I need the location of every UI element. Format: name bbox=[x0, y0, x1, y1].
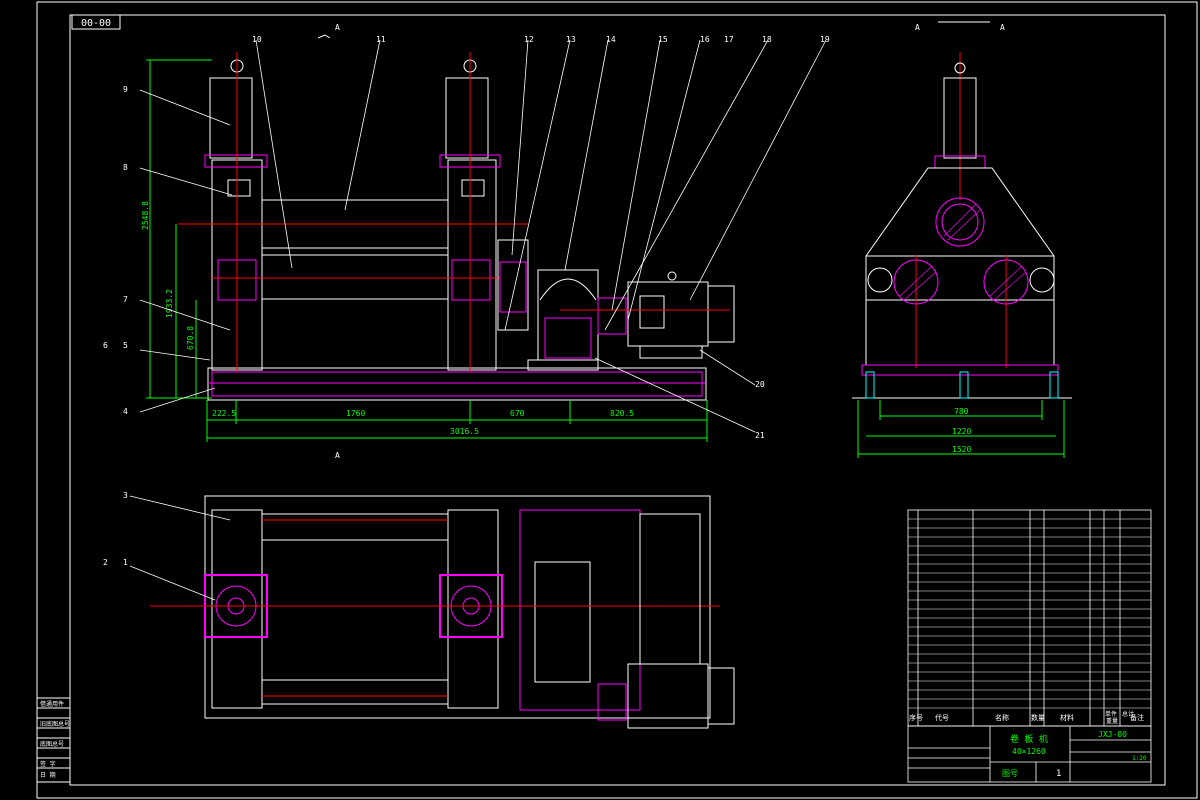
bom-header-weight: 重量 bbox=[1106, 717, 1118, 725]
dim-side-mid: 1220 bbox=[952, 427, 971, 436]
balloon-16: 16 bbox=[700, 35, 710, 44]
balloon-19: 19 bbox=[820, 35, 830, 44]
dim-side-outer: 1520 bbox=[952, 445, 971, 454]
dim-seg1: 222.5 bbox=[212, 409, 236, 418]
dim-seg3: 670 bbox=[510, 409, 525, 418]
balloon-4: 4 bbox=[123, 407, 128, 416]
balloon-3: 3 bbox=[123, 491, 128, 500]
balloon-11: 11 bbox=[376, 35, 386, 44]
dim-side-inner: 780 bbox=[954, 407, 969, 416]
bom-header-material: 材料 bbox=[1060, 713, 1074, 722]
bom-header-code: 代号 bbox=[935, 713, 949, 722]
cad-drawing-canvas: 00-00 A A A A 2548.8 1933.2 670.8 222.5 … bbox=[36, 1, 1198, 799]
stamp-label-7: 日 期 bbox=[40, 771, 56, 779]
section-mark-side-left: A bbox=[915, 23, 920, 32]
balloon-13: 13 bbox=[566, 35, 576, 44]
balloon-7: 7 bbox=[123, 295, 128, 304]
balloon-15: 15 bbox=[658, 35, 668, 44]
side-view bbox=[852, 52, 1072, 399]
code-box: 00-00 bbox=[71, 14, 121, 30]
side-hatching bbox=[899, 203, 1027, 301]
stamp-column bbox=[36, 697, 71, 783]
balloon-21: 21 bbox=[755, 431, 765, 440]
title-block-sheet: 1 bbox=[1056, 769, 1061, 779]
bom-header-no: 序号 bbox=[909, 713, 923, 722]
bom-header-remark: 备注 bbox=[1130, 713, 1144, 722]
section-mark-side-right: A bbox=[1000, 23, 1005, 32]
dim-seg4: 820.5 bbox=[610, 409, 634, 418]
balloon-10: 10 bbox=[252, 35, 262, 44]
bom-header-qty: 数量 bbox=[1031, 713, 1045, 722]
section-mark-bottom: A bbox=[335, 451, 340, 460]
balloon-12: 12 bbox=[524, 35, 534, 44]
title-block-title: 卷 板 机 bbox=[1010, 733, 1048, 745]
title-block-scale: 1:20 bbox=[1132, 755, 1147, 762]
balloon-14: 14 bbox=[606, 35, 616, 44]
balloon-17: 17 bbox=[724, 35, 734, 44]
dim-height-total: 2548.8 bbox=[141, 201, 150, 230]
front-view bbox=[178, 52, 735, 401]
stamp-label-2: 旧底图总号 bbox=[40, 720, 70, 728]
balloon-5: 5 bbox=[123, 341, 128, 350]
title-block-subtitle: 40×1260 bbox=[1012, 747, 1046, 756]
balloon-2: 2 bbox=[103, 558, 108, 567]
bom-rows bbox=[908, 518, 1151, 709]
stamp-label-6: 签 字 bbox=[40, 760, 56, 768]
balloon-18: 18 bbox=[762, 35, 772, 44]
leader-lines bbox=[139, 39, 827, 433]
stamp-label-0: 借通用件 bbox=[40, 700, 64, 708]
code-box-label: 00-00 bbox=[81, 18, 111, 29]
stamp-label-4: 底图总号 bbox=[40, 740, 64, 748]
balloon-20: 20 bbox=[755, 380, 765, 389]
top-leaders bbox=[129, 495, 231, 601]
balloon-9: 9 bbox=[123, 85, 128, 94]
title-block-drawing-no: JXJ-00 bbox=[1098, 730, 1127, 739]
title-block-sheet-label: 图号 bbox=[1002, 769, 1018, 778]
balloon-8: 8 bbox=[123, 163, 128, 172]
balloon-6: 6 bbox=[103, 341, 108, 350]
top-view bbox=[150, 495, 735, 729]
dim-height-mid: 1933.2 bbox=[165, 289, 174, 318]
dim-seg2: 1760 bbox=[346, 409, 365, 418]
dim-height-low: 670.8 bbox=[186, 326, 195, 350]
section-mark-top: A bbox=[335, 23, 340, 32]
bom-header-unit-weight: 单件 bbox=[1105, 710, 1117, 718]
balloon-1: 1 bbox=[123, 558, 128, 567]
dim-overall: 3016.5 bbox=[450, 427, 479, 436]
bom-header-name: 名称 bbox=[995, 713, 1009, 722]
